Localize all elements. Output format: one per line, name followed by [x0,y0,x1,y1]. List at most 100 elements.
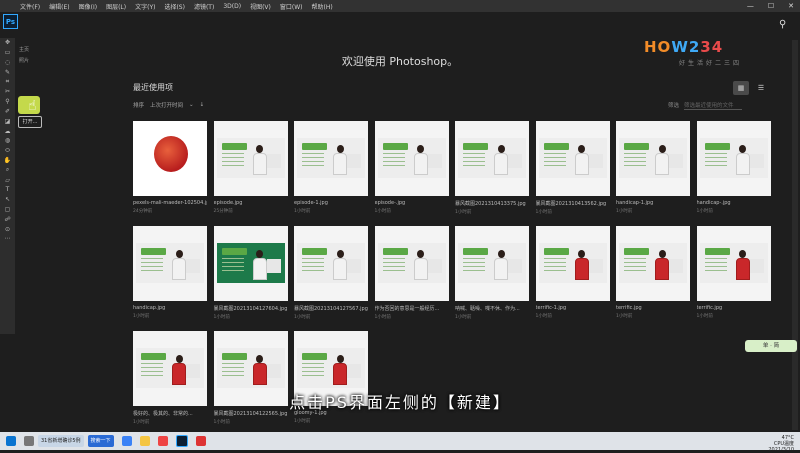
maximize-icon[interactable]: ☐ [768,2,774,10]
tool-icon[interactable]: ⊙ [0,224,15,234]
file-time: 1小时前 [535,210,552,215]
sort-direction-icon[interactable]: ↓ [200,102,205,108]
close-icon[interactable]: ✕ [788,2,794,10]
chrome-icon[interactable] [157,436,168,446]
file-thumbnail[interactable] [696,121,771,196]
sort-bar: 排序 上次打开时间 ⌄ ↓ [133,101,204,109]
task-search[interactable]: 搜索一下 [87,435,114,447]
tool-icon[interactable]: ✂ [0,87,15,97]
tool-icon[interactable]: ⌗ [0,77,15,87]
video-subtitle: 点击PS界面左侧的【新建】 [289,393,511,412]
chevron-down-icon[interactable]: ⌄ [189,102,194,108]
menu-item[interactable]: 视图(V) [250,2,271,11]
minimize-icon[interactable]: — [747,2,754,10]
file-thumbnail[interactable] [133,226,207,301]
tool-icon[interactable]: ⚲ [0,97,15,107]
sort-dropdown[interactable]: 上次打开时间 [150,101,183,109]
tool-icon[interactable]: ◪ [0,116,15,126]
recent-file-card[interactable]: terrific.jpg 1小时前 [696,226,771,319]
recent-file-card[interactable]: handicap-.jpg 1小时前 [696,121,771,214]
side-badge[interactable]: 单 · 简 [745,340,797,352]
tray-date: 2021/3/10 [768,447,794,453]
file-thumbnail[interactable] [616,226,690,301]
slide-text [543,258,566,273]
recent-file-card[interactable]: 呐喊、聒噪、喋不休、作为... 1小时前 [455,226,529,320]
open-button[interactable]: 打开... [18,116,42,128]
tool-icon[interactable]: ↖ [0,195,15,205]
file-thumbnail[interactable] [374,226,449,301]
menu-item[interactable]: 编辑(E) [49,2,69,11]
tool-icon[interactable]: ◍ [0,136,15,146]
recent-file-card[interactable]: 作为否回的意思是一般经历... 1小时前 [374,226,449,320]
filter-input[interactable]: 筛选最近使用的文件 [684,101,743,110]
recent-file-card[interactable]: 暴风截图2021310413375.jpg 1小时前 [455,121,529,215]
file-thumbnail[interactable] [455,226,529,301]
menu-item[interactable]: 选择(S) [164,2,185,11]
file-name: 暴风截图20213104127604.jpg [213,306,288,312]
tool-icon[interactable]: ✥ [0,38,15,48]
tool-icon[interactable]: T [0,185,15,195]
recent-file-card[interactable]: handicap-1.jpg 1小时前 [616,121,690,214]
search-icon[interactable] [24,436,34,446]
recent-file-card[interactable]: terrific.jpg 1小时前 [616,226,690,319]
file-thumbnail[interactable] [616,121,690,196]
file-thumbnail[interactable] [535,121,610,196]
file-thumbnail[interactable] [696,226,771,301]
sort-label: 排序 [133,103,145,109]
recent-file-card[interactable]: episode-1.jpg 1小时前 [294,121,368,214]
file-thumbnail[interactable] [213,121,288,196]
menu-item[interactable]: 图层(L) [106,2,126,11]
tool-icon[interactable]: ☁ [0,126,15,136]
recent-file-card[interactable]: pexels-mali-maeder-102504.jpg 24分钟前 [133,121,207,214]
tool-icon[interactable]: ▱ [0,175,15,185]
video-recorder-icon[interactable] [195,436,206,446]
recent-file-card[interactable]: 暴风截图20213104127567.jpg 1小时前 [294,226,368,320]
menu-item[interactable]: 窗口(W) [280,2,303,11]
tool-icon[interactable]: ⌕ [0,165,15,175]
file-time: 25分钟前 [213,209,233,214]
scrollbar[interactable] [792,40,798,430]
file-thumbnail[interactable] [535,226,610,301]
tool-icon[interactable]: ⬭ [0,146,15,156]
menu-item[interactable]: 文字(Y) [135,2,155,11]
photoshop-task-icon[interactable] [175,435,188,447]
recent-file-card[interactable]: 暴风截图2021310413562.jpg 1小时前 [535,121,610,215]
menu-item[interactable]: 图像(I) [79,2,97,11]
filter-label: 筛选 [668,103,680,109]
recent-file-card[interactable]: episode.jpg 25分钟前 [213,121,288,214]
slide-illustration [266,259,281,273]
menu-item[interactable]: 滤镜(T) [194,2,214,11]
tool-icon[interactable]: ☍ [0,214,15,224]
file-thumbnail[interactable] [213,226,288,301]
file-thumbnail[interactable] [455,121,529,196]
menu-item[interactable]: 3D(D) [223,3,241,10]
task-news[interactable]: 31省新增确诊5例 [38,435,84,447]
folder-icon[interactable] [139,436,150,446]
slide-illustration [347,364,361,378]
recent-file-card[interactable]: 暴风截图20213104127604.jpg 1小时前 [213,226,288,320]
menu-item[interactable]: 帮助(H) [312,2,333,11]
recent-file-card[interactable]: terrific-1.jpg 1小时前 [535,226,610,319]
search-icon[interactable]: ⚲ [779,19,786,30]
recent-file-card[interactable]: handicap.jpg 1小时前 [133,226,207,319]
tool-icon[interactable]: ⋯ [0,234,15,244]
file-thumbnail[interactable] [294,226,368,301]
edge-icon[interactable] [121,436,132,446]
slide-image [297,138,365,178]
file-thumbnail[interactable] [133,121,207,196]
tool-icon[interactable]: ✐ [0,107,15,117]
file-name: pexels-mali-maeder-102504.jpg [133,200,207,206]
file-thumbnail[interactable] [294,121,368,196]
recent-file-card[interactable]: episode-.jpg 1小时前 [374,121,449,214]
list-view-icon[interactable]: ☰ [753,81,769,95]
tool-icon[interactable]: ✋ [0,156,15,166]
grid-view-icon[interactable]: ▦ [733,81,749,95]
slide-image [136,348,204,388]
file-thumbnail[interactable] [374,121,449,196]
menu-item[interactable]: 文件(F) [20,2,40,11]
slide-image [136,243,204,283]
slide-illustration [749,154,764,168]
tool-icon[interactable]: ▢ [0,205,15,215]
recent-title: 最近使用项 [133,83,173,92]
start-icon[interactable] [6,436,16,446]
